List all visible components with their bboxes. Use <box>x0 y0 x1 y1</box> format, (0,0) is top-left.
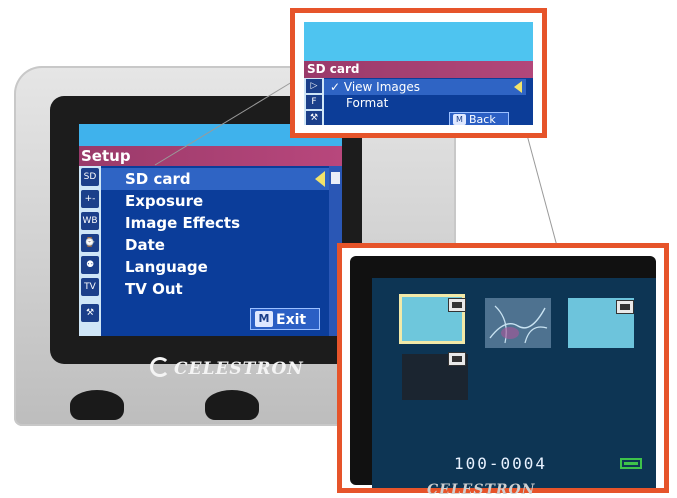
submenu-icon-column: ▷ F ⚒ <box>304 78 324 125</box>
exit-button[interactable]: M Exit <box>250 308 320 330</box>
tv-icon: TV <box>81 278 99 296</box>
camera-lcd: Setup SD +- WB ⌚ ⚉ TV ⚒ SD card Exposure… <box>79 124 342 336</box>
battery-icon <box>620 458 642 469</box>
back-button[interactable]: M Back <box>449 112 509 125</box>
menu-item-date[interactable]: Date <box>101 234 337 256</box>
menu-item-exposure[interactable]: Exposure <box>101 190 337 212</box>
scrollbar-thumb[interactable] <box>331 172 340 184</box>
video-icon <box>448 352 466 366</box>
brand-mark-icon <box>150 357 170 377</box>
menu-item-view-images[interactable]: ✓ View Images <box>324 79 526 95</box>
menu-item-image-effects[interactable]: Image Effects <box>101 212 337 234</box>
menu-icon-column: SD +- WB ⌚ ⚉ TV ⚒ <box>79 166 101 336</box>
menu-item-language[interactable]: Language <box>101 256 337 278</box>
gallery-screen: 100-0004 <box>372 278 656 488</box>
back-label: Back <box>469 113 496 125</box>
sd-card-icon: SD <box>81 168 99 186</box>
tools-icon: ⚒ <box>306 111 322 125</box>
left-control-button[interactable] <box>70 390 124 420</box>
right-control-button[interactable] <box>205 390 259 420</box>
white-balance-icon: WB <box>81 212 99 230</box>
setup-menu: SD +- WB ⌚ ⚉ TV ⚒ SD card Exposure Image… <box>79 166 342 336</box>
sd-card-submenu: ▷ F ⚒ ✓ View Images Format M Back <box>304 78 533 125</box>
format-icon: F <box>306 95 322 109</box>
clock-icon: ⌚ <box>81 234 99 252</box>
camera-brand-logo: CELESTRON <box>150 357 320 379</box>
sd-card-title: SD card <box>304 61 533 78</box>
thumbnail-image-2[interactable] <box>485 298 551 348</box>
menu-item-tv-out[interactable]: TV Out <box>101 278 337 300</box>
selection-arrow-icon <box>514 81 522 93</box>
exposure-icon: +- <box>81 190 99 208</box>
brand-text: CELESTRON <box>174 359 304 379</box>
tools-icon: ⚒ <box>81 304 99 322</box>
view-images-label: ✓ View Images <box>330 80 420 94</box>
gallery-screen-bezel: 100-0004 <box>350 256 656 488</box>
menu-item-format[interactable]: Format <box>324 95 526 111</box>
sd-card-zoom-callout: SD card ▷ F ⚒ ✓ View Images Format M Back <box>290 8 547 138</box>
m-key-icon: M <box>255 311 273 327</box>
setup-title: Setup <box>79 146 342 166</box>
sd-card-submenu-screen: SD card ▷ F ⚒ ✓ View Images Format M Back <box>304 22 533 125</box>
file-counter: 100-0004 <box>454 454 548 473</box>
m-key-icon: M <box>453 114 466 125</box>
menu-item-label: SD card <box>125 170 191 188</box>
selection-arrow-icon <box>315 171 325 187</box>
video-icon <box>448 298 466 312</box>
play-icon: ▷ <box>306 79 322 93</box>
exit-label: Exit <box>276 312 307 328</box>
menu-item-sd-card[interactable]: SD card <box>101 168 337 190</box>
gallery-zoom-callout: 100-0004 CELESTRON <box>337 243 669 498</box>
video-icon <box>616 300 634 314</box>
language-icon: ⚉ <box>81 256 99 274</box>
